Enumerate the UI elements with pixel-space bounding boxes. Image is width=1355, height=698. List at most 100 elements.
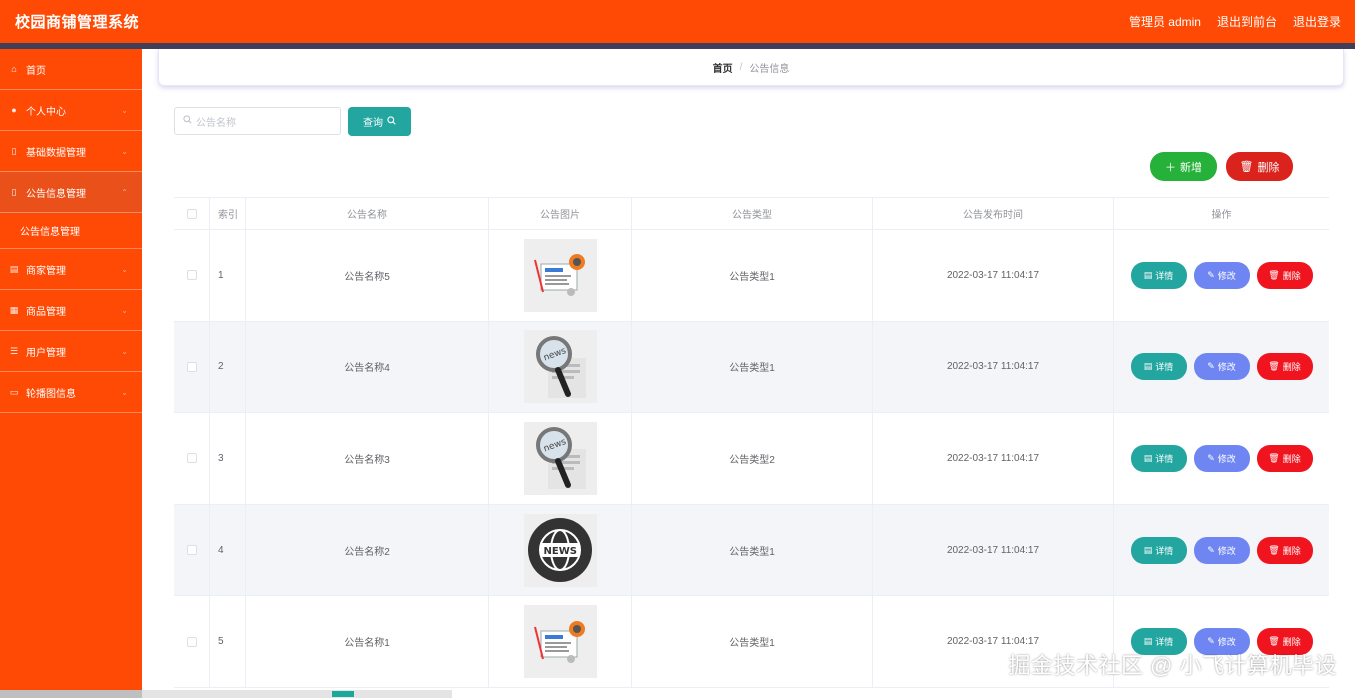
row-type: 公告类型1 <box>632 321 873 413</box>
row-index: 3 <box>210 413 246 504</box>
row-ops: ▤ 详情 ✎ 修改 🗑 删除 <box>1114 322 1329 413</box>
to-frontend-link[interactable]: 退出到前台 <box>1217 13 1277 30</box>
app-title: 校园商铺管理系统 <box>15 14 140 31</box>
delete-button[interactable]: 🗑 删除 <box>1256 261 1313 289</box>
image-icon: ▭ <box>9 386 19 397</box>
chevron-down-icon: ⌄ <box>121 105 128 115</box>
detail-button[interactable]: ▤ 详情 <box>1130 353 1187 381</box>
search-button[interactable]: 查询 <box>348 107 411 136</box>
edit-button[interactable]: ✎ 修改 <box>1193 261 1250 289</box>
document-icon: ▤ <box>1143 452 1153 463</box>
chevron-down-icon: ⌄ <box>121 387 128 397</box>
header-name: 公告名称 <box>246 198 489 229</box>
row-image-cell <box>489 230 632 321</box>
search-button-label: 查询 <box>363 118 383 129</box>
row-checkbox[interactable] <box>186 636 197 647</box>
svg-text:NEWS: NEWS <box>544 546 577 557</box>
trash-icon: 🗑 <box>1239 161 1254 173</box>
delete-label: 删除 <box>1282 362 1301 373</box>
sidebar: ⌂ 首页 ● 个人中心 ⌄ ▯ 基础数据管理 ⌄ ▯ 公告信息管理 ⌃ 公告信息… <box>0 49 142 698</box>
row-type: 公告类型1 <box>632 504 873 596</box>
trash-icon: 🗑 <box>1268 269 1280 280</box>
row-checkbox[interactable] <box>186 453 197 464</box>
search-input[interactable]: 公告名称 <box>174 107 341 135</box>
breadcrumb: 首页 / 公告信息 <box>158 49 1344 86</box>
row-name: 公告名称3 <box>246 413 489 504</box>
detail-label: 详情 <box>1155 362 1174 373</box>
chevron-down-icon: ⌄ <box>121 146 128 156</box>
admin-label: 管理员 admin <box>1128 15 1201 29</box>
table-row: 3 公告名称3 news 公告类型2 2022-03-17 11:04:17 ▤ 详情 ✎ 修改… <box>174 413 1329 505</box>
delete-button[interactable]: 🗑 删除 <box>1256 536 1313 564</box>
row-image-cell: news <box>489 321 632 413</box>
edit-label: 修改 <box>1217 637 1236 648</box>
sidebar-item-merchant[interactable]: ▤ 商家管理 ⌄ <box>0 249 142 290</box>
detail-button[interactable]: ▤ 详情 <box>1130 444 1187 472</box>
document-icon: ▤ <box>1143 269 1153 280</box>
table-header-row: 索引 公告名称 公告图片 公告类型 公告发布时间 操作 <box>174 198 1329 230</box>
edit-label: 修改 <box>1217 545 1236 556</box>
row-checkbox[interactable] <box>186 545 197 556</box>
scrollbar-thumb[interactable] <box>332 691 354 697</box>
delete-button[interactable]: 🗑 删除 <box>1256 444 1313 472</box>
news-paper-icon <box>523 238 597 312</box>
delete-button[interactable]: 🗑 删除 <box>1256 353 1313 381</box>
globe-news-icon: NEWS <box>523 513 597 587</box>
header-type: 公告类型 <box>632 198 873 229</box>
submenu-item-label: 公告信息管理 <box>20 227 80 238</box>
batch-delete-button[interactable]: 🗑 删除 <box>1226 152 1293 181</box>
detail-button[interactable]: ▤ 详情 <box>1130 261 1187 289</box>
table-row: 2 公告名称4 news 公告类型1 2022-03-17 11:04:17 ▤ 详情 ✎ 修改… <box>174 321 1329 414</box>
detail-button[interactable]: ▤ 详情 <box>1130 536 1187 564</box>
delete-label: 删除 <box>1282 453 1301 464</box>
row-index: 1 <box>210 230 246 321</box>
add-button[interactable]: ＋ 新增 <box>1150 152 1217 181</box>
sidebar-item-personal[interactable]: ● 个人中心 ⌄ <box>0 90 142 131</box>
submenu-item-notice[interactable]: 公告信息管理 <box>0 213 142 249</box>
header-index: 索引 <box>210 198 246 229</box>
add-button-label: 新增 <box>1180 161 1202 174</box>
logout-link[interactable]: 退出登录 <box>1293 13 1341 30</box>
row-checkbox[interactable] <box>186 270 197 281</box>
pencil-icon: ✎ <box>1207 636 1215 647</box>
plus-icon: ＋ <box>1165 161 1176 174</box>
row-select-cell <box>174 321 210 413</box>
delete-label: 删除 <box>1282 270 1301 281</box>
edit-button[interactable]: ✎ 修改 <box>1193 444 1250 472</box>
sidebar-item-label: 个人中心 <box>26 106 66 118</box>
search-icon <box>183 115 192 127</box>
row-time: 2022-03-17 11:04:17 <box>873 413 1114 504</box>
row-time: 2022-03-17 11:04:17 <box>873 230 1114 321</box>
sidebar-item-users[interactable]: ☰ 用户管理 ⌄ <box>0 331 142 372</box>
table-row: 4 公告名称2 NEWS 公告类型1 2022-03-17 11:04:17 ▤ 详情 ✎ 修改… <box>174 504 1329 597</box>
sidebar-item-carousel[interactable]: ▭ 轮播图信息 ⌄ <box>0 372 142 413</box>
sidebar-item-home[interactable]: ⌂ 首页 <box>0 49 142 90</box>
notice-table: 索引 公告名称 公告图片 公告类型 公告发布时间 操作 1 公告名称5 公告类型1 2… <box>174 197 1329 688</box>
edit-label: 修改 <box>1217 270 1236 281</box>
breadcrumb-home[interactable]: 首页 <box>713 60 733 75</box>
table-row: 1 公告名称5 公告类型1 2022-03-17 11:04:17 ▤ 详情 ✎ 修改 🗑 删除 <box>174 230 1329 322</box>
sidebar-item-basedata[interactable]: ▯ 基础数据管理 ⌄ <box>0 131 142 172</box>
row-name: 公告名称5 <box>246 230 489 321</box>
row-image-cell: NEWS <box>489 504 632 596</box>
edit-button[interactable]: ✎ 修改 <box>1193 353 1250 381</box>
sidebar-item-notice[interactable]: ▯ 公告信息管理 ⌃ <box>0 172 142 213</box>
row-image-cell: news <box>489 413 632 504</box>
edit-button[interactable]: ✎ 修改 <box>1193 536 1250 564</box>
trash-icon: 🗑 <box>1268 636 1280 647</box>
edit-label: 修改 <box>1217 453 1236 464</box>
row-select-cell <box>174 230 210 321</box>
pencil-icon: ✎ <box>1207 452 1215 463</box>
detail-label: 详情 <box>1155 270 1174 281</box>
trash-icon: 🗑 <box>1268 544 1280 555</box>
search-icon <box>387 115 396 128</box>
select-all-cell <box>174 198 210 229</box>
pencil-icon: ✎ <box>1207 269 1215 280</box>
sidebar-item-goods[interactable]: ▦ 商品管理 ⌄ <box>0 290 142 331</box>
row-image-cell <box>489 596 632 687</box>
row-name: 公告名称2 <box>246 504 489 596</box>
horizontal-scrollbar[interactable] <box>142 690 452 698</box>
row-time: 2022-03-17 11:04:17 <box>873 504 1114 596</box>
row-checkbox[interactable] <box>186 361 197 372</box>
select-all-checkbox[interactable] <box>186 208 197 219</box>
